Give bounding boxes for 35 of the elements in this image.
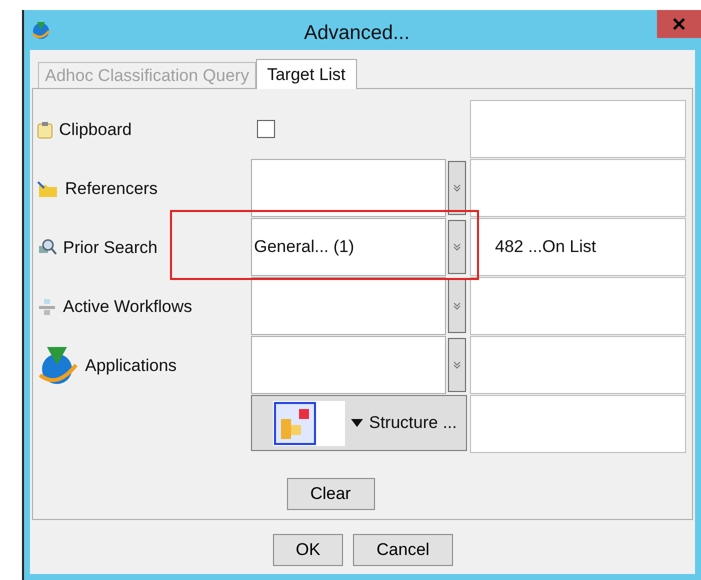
tab[interactable]: Target List (256, 59, 357, 89)
ok-button[interactable]: OK (273, 534, 343, 566)
dropdown-button[interactable] (448, 338, 466, 392)
double-chevron-icon (453, 302, 461, 310)
structure-menu-button[interactable]: Structure ... (251, 395, 467, 451)
globe-icon (37, 344, 79, 386)
clear-button[interactable]: Clear (286, 478, 374, 510)
caret-icon (351, 419, 363, 427)
dropdown-field[interactable] (251, 277, 446, 335)
cubes-icon (273, 400, 345, 446)
globe-icon (30, 19, 52, 41)
cancel-button[interactable]: Cancel (353, 534, 453, 566)
row-label: Referencers (65, 178, 158, 200)
double-chevron-icon (453, 361, 461, 369)
folder-icon (37, 180, 59, 198)
dropdown-button[interactable] (448, 279, 466, 333)
dropdown-button[interactable] (448, 220, 466, 274)
row-label: Prior Search (63, 236, 158, 259)
checkbox[interactable] (257, 120, 275, 138)
result-field: 482 ...On List (470, 218, 686, 276)
close-button[interactable] (657, 10, 701, 38)
dropdown-field[interactable] (251, 336, 446, 394)
row-label: Active Workflows (63, 296, 192, 318)
row-label: Clipboard (59, 118, 132, 141)
workflow-icon (37, 296, 57, 316)
dropdown-field[interactable]: General... (1) (251, 218, 446, 276)
row-label: Applications (85, 354, 177, 377)
double-chevron-icon (453, 243, 461, 251)
double-chevron-icon (453, 184, 461, 192)
dropdown-button[interactable] (448, 161, 466, 215)
window-title: Advanced... (304, 21, 410, 46)
dropdown-field[interactable] (251, 159, 446, 217)
close-icon (673, 18, 685, 30)
clipboard-icon (37, 120, 53, 138)
magnifier-icon (37, 238, 57, 258)
